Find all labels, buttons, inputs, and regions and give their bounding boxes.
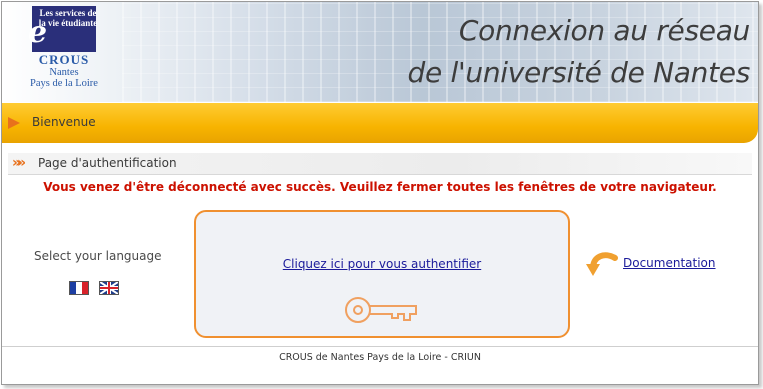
authenticate-link[interactable]: Cliquez ici pour vous authentifier [196,257,568,271]
page-frame: Les services de la vie étudiante e CROUS… [1,1,759,385]
key-icon [345,297,417,323]
page-title-line1: Connexion au réseau [458,14,750,47]
welcome-label: Bienvenue [32,115,96,129]
double-chevron-icon: »» [12,155,26,171]
footer-divider [2,346,758,347]
page-title: Connexion au réseau de l'université de N… [407,10,751,94]
documentation-link[interactable]: Documentation [623,256,716,270]
logout-message: Vous venez d'être déconnecté avec succès… [43,180,717,194]
section-header: »» Page d'authentification [8,153,752,175]
logo-mark: Les services de la vie étudiante e [28,6,97,52]
logo-location: Nantes Pays de la Loire [16,67,112,89]
logo-name: CROUS [38,52,90,67]
flag-uk-icon[interactable] [99,281,119,295]
curved-arrow-icon [586,252,618,276]
section-title: Page d'authentification [38,156,177,170]
welcome-bar: Bienvenue [2,103,758,143]
page-title-line2: de l'université de Nantes [407,56,751,89]
logo-letter: e [28,15,48,50]
arrow-right-icon [8,117,20,129]
flag-fr-icon[interactable] [69,281,89,295]
header-banner: Les services de la vie étudiante e CROUS… [2,2,758,102]
footer-text: CROUS de Nantes Pays de la Loire - CRIUN [279,352,481,363]
logo-region: Pays de la Loire [30,78,98,89]
language-label: Select your language [34,249,162,263]
logo-city: Nantes [49,67,79,78]
crous-logo: Les services de la vie étudiante e CROUS… [16,6,112,94]
authentication-box: Cliquez ici pour vous authentifier [194,210,570,338]
